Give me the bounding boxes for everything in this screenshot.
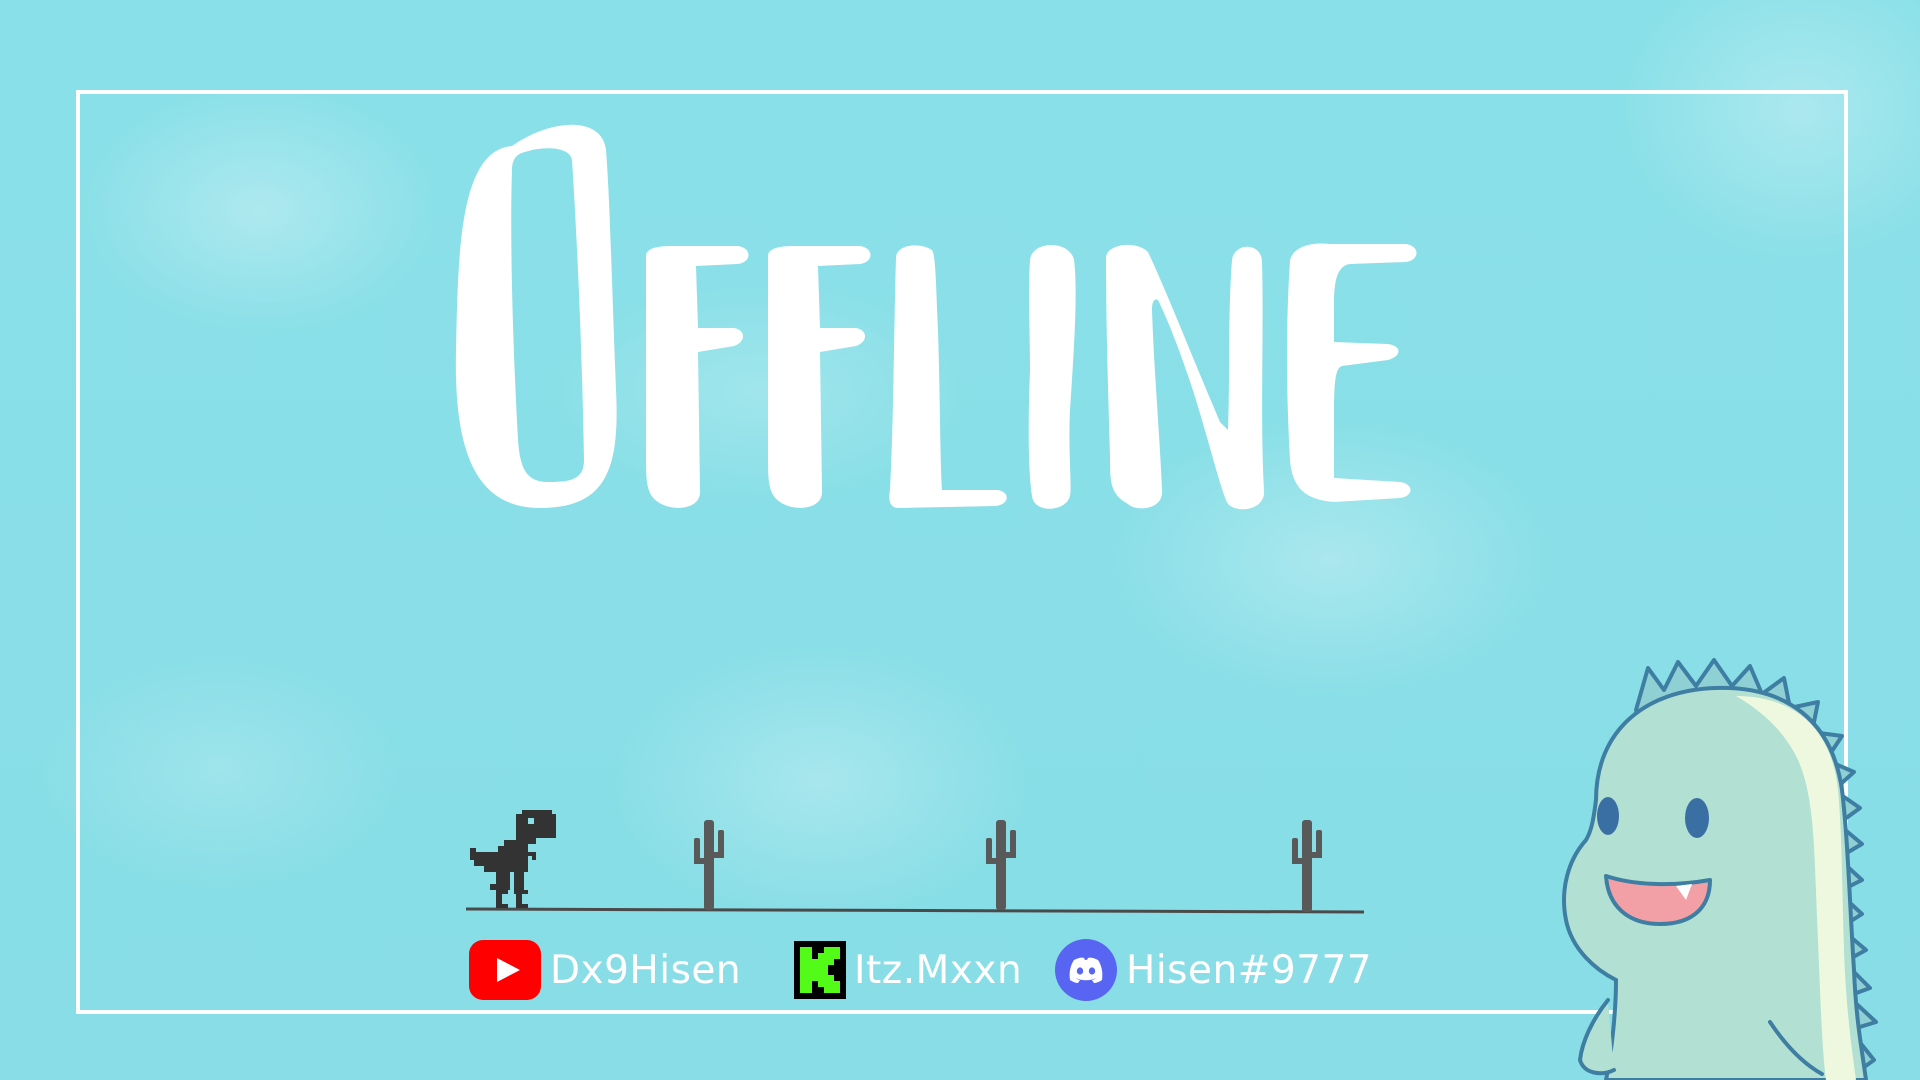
cactus-icon [986,820,1016,910]
youtube-handle: Dx9Hisen [550,947,742,993]
youtube-link[interactable]: Dx9Hisen [468,938,741,1002]
dino-runner-scene [465,810,1365,914]
youtube-icon [469,940,541,1000]
kick-icon [794,941,846,999]
dinosaur-mascot-icon [1562,658,1878,1080]
discord-handle: Hisen#9777 [1126,947,1373,993]
discord-icon [1055,939,1117,1001]
cactus-icon [694,820,724,910]
cactus-icon [1292,820,1322,912]
kick-handle: Itz.Mxxn [854,947,1023,993]
offline-title [455,124,1417,510]
trex-icon [470,810,556,908]
ground-line [465,907,1365,914]
kick-link[interactable]: Itz.Mxxn [794,938,1022,1002]
discord-link[interactable]: Hisen#9777 [1054,938,1372,1002]
